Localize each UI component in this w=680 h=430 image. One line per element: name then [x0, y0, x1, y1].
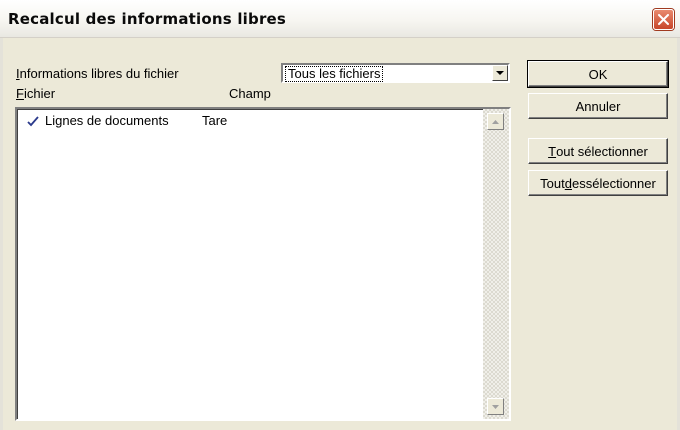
list-item-field: Tare [202, 113, 228, 128]
deselect-all-mnemonic: d [564, 175, 572, 191]
close-button[interactable] [653, 9, 674, 30]
scroll-up-button[interactable] [487, 113, 504, 130]
select-all-button[interactable]: Tout sélectionner [528, 138, 668, 164]
column-header-fichier-rest: ichier [23, 86, 56, 101]
deselect-all-button[interactable]: Tout d essélectionner [528, 170, 668, 196]
column-header-fichier: Fichier [16, 86, 55, 101]
filter-label: Informations libres du fichier [16, 66, 179, 81]
arrow-down-icon [492, 404, 499, 409]
deselect-all-rest: essélectionner [571, 175, 656, 191]
list-item[interactable]: Lignes de documents Tare [21, 113, 481, 131]
select-all-mnemonic: T [548, 143, 557, 159]
column-header-champ: Champ [229, 86, 271, 101]
list-item-file: Lignes de documents [45, 113, 169, 128]
select-all-rest: out sélectionner [556, 143, 648, 159]
checkmark-icon [27, 115, 39, 130]
dropdown-arrow-button[interactable] [492, 65, 508, 81]
cancel-button[interactable]: Annuler [528, 93, 668, 119]
close-icon [658, 14, 669, 25]
vertical-scrollbar[interactable] [483, 109, 509, 419]
file-filter-value: Tous les fichiers [285, 66, 384, 82]
ok-button[interactable]: OK [527, 60, 669, 88]
window-title: Recalcul des informations libres [8, 10, 287, 28]
deselect-all-prefix: Tout [540, 175, 565, 191]
column-header-fichier-mnemonic: F [16, 86, 24, 101]
arrow-up-icon [492, 119, 499, 124]
window-frame-left [0, 38, 3, 430]
free-info-list[interactable]: Lignes de documents Tare [15, 107, 511, 421]
file-filter-select[interactable]: Tous les fichiers [281, 63, 510, 83]
title-bar: Recalcul des informations libres [0, 0, 680, 38]
scroll-down-button[interactable] [487, 398, 504, 415]
chevron-down-icon [496, 70, 504, 75]
filter-label-rest: nformations libres du fichier [19, 66, 179, 81]
